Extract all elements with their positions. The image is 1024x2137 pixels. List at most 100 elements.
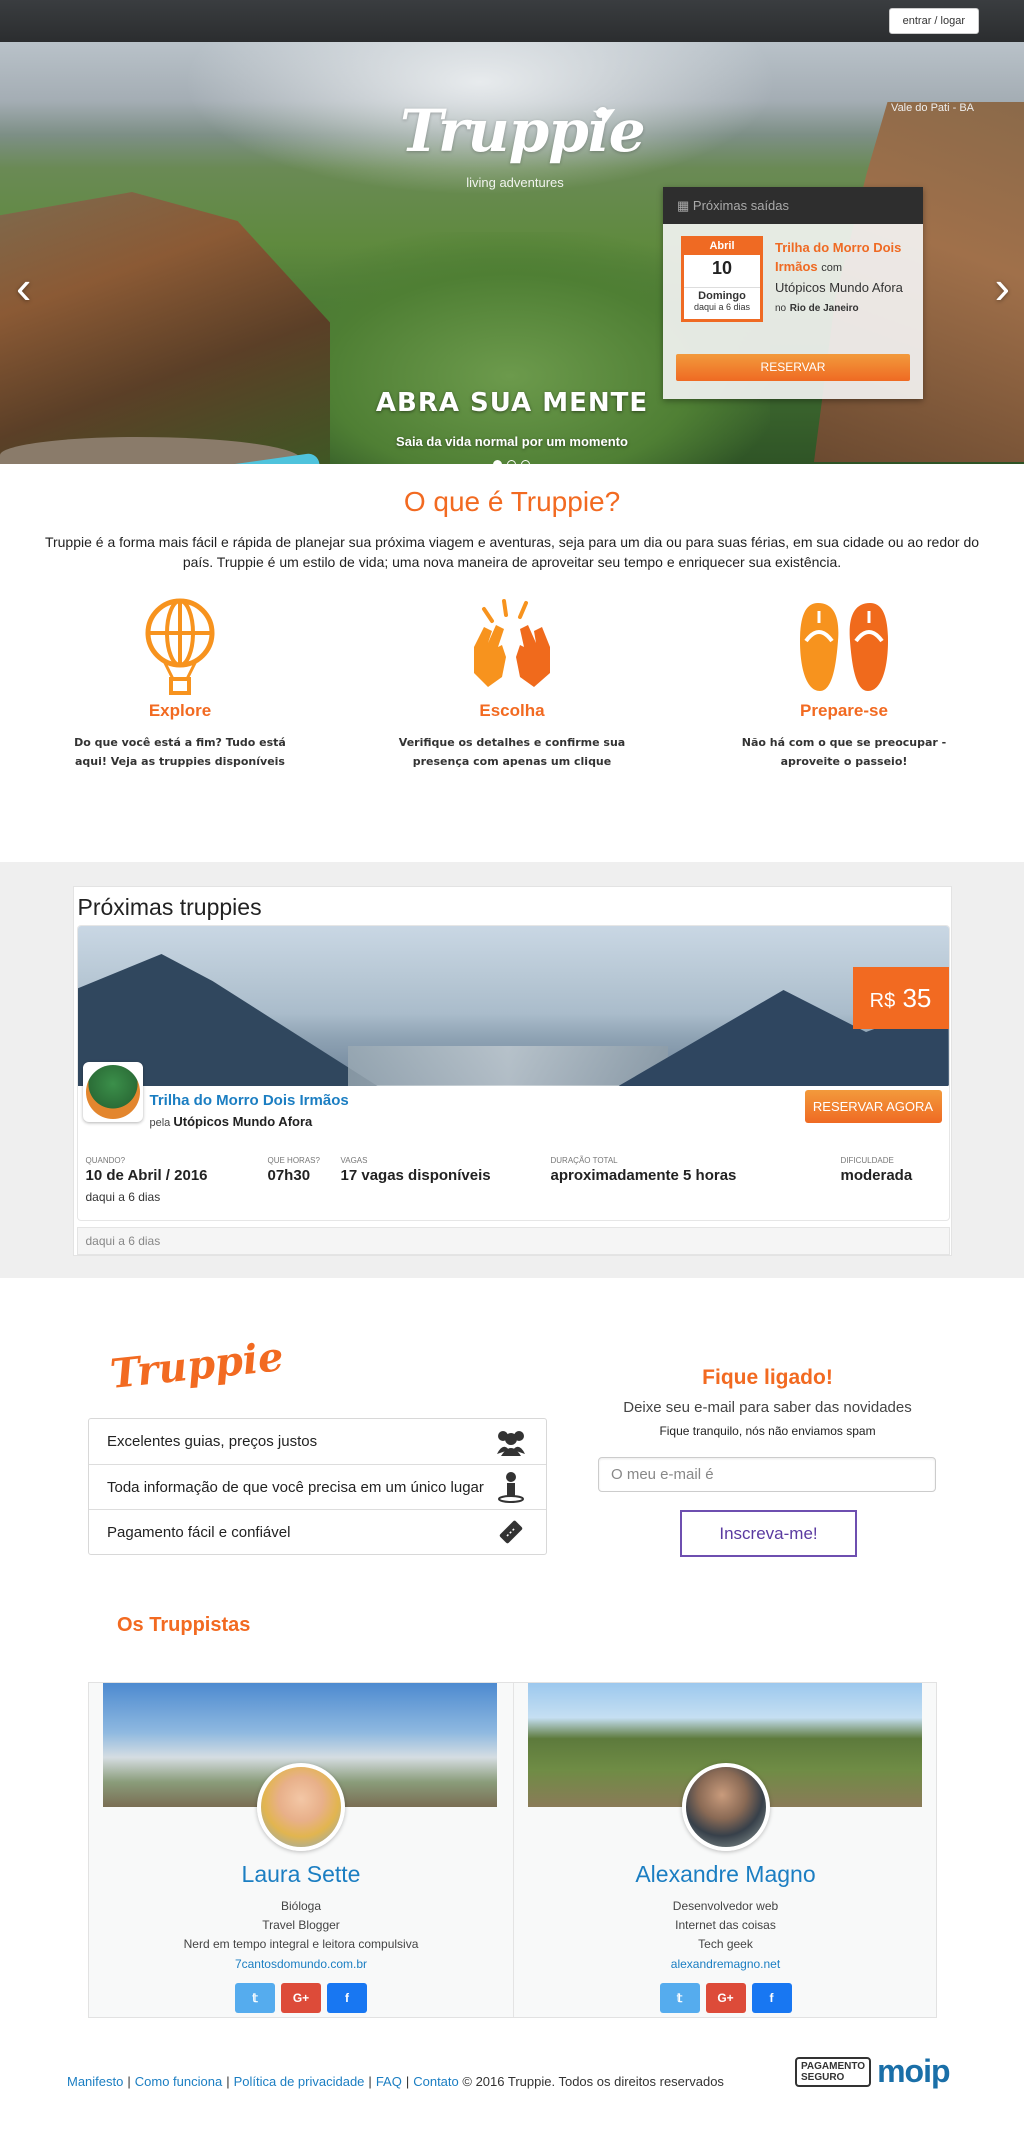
footer-links: Manifesto | Como funciona | Política de priv…: [67, 2074, 724, 2089]
price-badge: R$ 35: [852, 967, 949, 1029]
footer-copyright: © 2016 Truppie. Todos os direitos reserv…: [462, 2074, 724, 2089]
member-bio: Tech geek: [698, 1937, 753, 1951]
feature-choose: Escolha Verifique os detalhes e confirme…: [362, 594, 662, 771]
upcoming-trips-widget: ▦ Próximas saídas Abril 10 Domingo daqui…: [663, 187, 923, 399]
info-label: VAGAS: [340, 1156, 368, 1165]
info-label: DIFICULDADE: [840, 1156, 894, 1165]
trip-card[interactable]: R$ 35 Trilha do Morro Dois Irmãos pela U…: [76, 925, 950, 1221]
logo-tagline: living adventures: [466, 175, 564, 190]
footer-link-privacy[interactable]: Política de privacidade: [234, 2074, 365, 2089]
member-card: Alexandre Magno Desenvolvedor web Intern…: [512, 1683, 938, 2017]
hot-air-balloon-icon: [30, 594, 330, 699]
info-value: 17 vagas disponíveis: [340, 1167, 491, 1184]
perk-item: Toda informação de que você precisa em u…: [89, 1464, 546, 1509]
hero-carousel: Truppie ➤ living adventures Vale do Pati…: [0, 42, 1024, 464]
perk-label: Excelentes guias, preços justos: [107, 1433, 318, 1450]
member-avatar: [681, 1763, 770, 1851]
google-plus-icon[interactable]: G+: [705, 1983, 746, 2013]
team-title: Os Truppistas: [117, 1614, 251, 1636]
member-socials: 𝕥 G+ f: [514, 1983, 938, 2013]
member-website-link[interactable]: alexandremagno.net: [514, 1957, 938, 1971]
secure-payment-seal: PAGAMENTO SEGURO: [795, 2056, 872, 2087]
team-panel: Laura Sette Bióloga Travel Blogger Nerd …: [88, 1682, 937, 2018]
upcoming-body: Abril 10 Domingo daqui a 6 dias Trilha d…: [663, 224, 923, 322]
member-bio: Nerd em tempo integral e leitora compuls…: [183, 1937, 419, 1951]
payment-badge: PAGAMENTO SEGURO moip: [795, 2053, 951, 2090]
footer-link-how-it-works[interactable]: Como funciona: [135, 2074, 222, 2089]
flip-flops-icon: [694, 594, 994, 699]
feature-title: Escolha: [479, 701, 545, 720]
upcoming-with: com: [821, 262, 843, 274]
member-name[interactable]: Laura Sette: [89, 1861, 513, 1888]
hero-caption-subtitle: Saia da vida normal por um momento: [396, 434, 628, 449]
info-value: 07h30: [267, 1167, 311, 1184]
perk-item: Pagamento fácil e confiável: [89, 1509, 546, 1554]
feature-desc: Verifique os detalhes e confirme sua pre…: [398, 736, 626, 768]
facebook-icon[interactable]: f: [751, 1983, 792, 2013]
chevron-right-icon[interactable]: ›: [995, 264, 1010, 310]
trip-duration: DURAÇÃO TOTAL aproximadamente 5 horas: [551, 1156, 737, 1184]
reserve-button[interactable]: RESERVAR: [676, 354, 910, 381]
member-name[interactable]: Alexandre Magno: [514, 1861, 938, 1888]
perks-list: Excelentes guias, preços justos Toda inf…: [88, 1418, 547, 1555]
chevron-left-icon[interactable]: ‹: [16, 264, 31, 310]
subscribe-note: Fique tranquilo, nós não enviamos spam: [659, 1424, 876, 1438]
group-icon: [494, 1425, 528, 1459]
twitter-icon[interactable]: 𝕥: [235, 1983, 275, 2013]
carousel-dot-1[interactable]: [493, 460, 502, 464]
trip-organizer: pela Utópicos Mundo Afora: [150, 1114, 313, 1129]
date-day: 10: [711, 258, 733, 278]
top-navbar: entrar / logar: [0, 0, 1024, 42]
facebook-icon[interactable]: f: [327, 1983, 367, 2013]
member-role: Internet das coisas: [675, 1918, 776, 1932]
carousel-indicators: [493, 460, 530, 464]
date-in-days: daqui a 6 dias: [693, 302, 751, 312]
login-button[interactable]: entrar / logar: [888, 8, 979, 34]
price-value: 35: [902, 983, 932, 1013]
member-avatar: [257, 1763, 345, 1851]
trips-panel: Próximas truppies R$ 35 Trilha do Morro …: [72, 886, 952, 1256]
what-is-section: O que é Truppie? Truppie é a forma mais …: [0, 464, 1024, 862]
subscribe-title: Fique ligado!: [702, 1366, 833, 1389]
trip-organizer-name: Utópicos Mundo Afora: [173, 1114, 313, 1129]
upcoming-header: ▦ Próximas saídas: [663, 187, 923, 224]
organizer-avatar[interactable]: [82, 1062, 143, 1122]
upcoming-location-prefix: no: [775, 303, 787, 314]
section-title: O que é Truppie?: [403, 486, 621, 517]
member-socials: 𝕥 G+ f: [89, 1983, 513, 2013]
organizer-avatar-image: [85, 1065, 140, 1119]
trips-footer-note: daqui a 6 dias: [76, 1227, 950, 1255]
page: entrar / logar Truppie ➤ living adventur…: [0, 0, 1024, 2137]
section-lead: Truppie é a forma mais fácil e rápida de…: [44, 534, 980, 570]
brand-logo: Truppie: [108, 1333, 286, 1398]
footer-sep: |: [368, 2074, 372, 2089]
calendar-icon: ▦: [677, 198, 690, 213]
trip-by-label: pela: [149, 1117, 171, 1129]
reserve-now-button[interactable]: RESERVAR AGORA: [804, 1090, 942, 1123]
upcoming-header-label: Próximas saídas: [692, 198, 790, 213]
twitter-icon[interactable]: 𝕥: [659, 1983, 700, 2013]
carousel-dot-3[interactable]: [521, 460, 530, 464]
subscribe-button[interactable]: Inscreva-me!: [680, 1510, 857, 1557]
upcoming-trips-section: Próximas truppies R$ 35 Trilha do Morro …: [0, 862, 1024, 1278]
hero-caption-title: ABRA SUA MENTE: [375, 388, 649, 418]
upcoming-location: Rio de Janeiro: [789, 303, 859, 314]
google-plus-icon[interactable]: G+: [281, 1983, 321, 2013]
email-field[interactable]: [598, 1457, 936, 1492]
date-weekday: Domingo: [684, 287, 760, 302]
footer-link-faq[interactable]: FAQ: [376, 2074, 402, 2089]
footer-link-manifesto[interactable]: Manifesto: [67, 2074, 123, 2089]
trip-difficulty: DIFICULDADE moderada: [841, 1156, 913, 1184]
trip-title-link[interactable]: Trilha do Morro Dois Irmãos: [150, 1092, 349, 1109]
carousel-dot-2[interactable]: [507, 460, 516, 464]
info-label: QUANDO?: [85, 1156, 126, 1165]
info-value: 10 de Abril / 2016: [85, 1167, 208, 1184]
info-value: moderada: [840, 1167, 913, 1184]
footer-link-contact[interactable]: Contato: [413, 2074, 459, 2089]
hero-location: Vale do Pati - BA: [891, 102, 974, 114]
footer-sep: |: [127, 2074, 131, 2089]
member-website-link[interactable]: 7cantosdomundo.com.br: [89, 1957, 513, 1971]
seal-line-1: PAGAMENTO: [801, 2060, 866, 2072]
info-note: daqui a 6 dias: [85, 1190, 161, 1204]
features-row: Explore Do que você está a fim? Tudo est…: [0, 594, 1024, 771]
